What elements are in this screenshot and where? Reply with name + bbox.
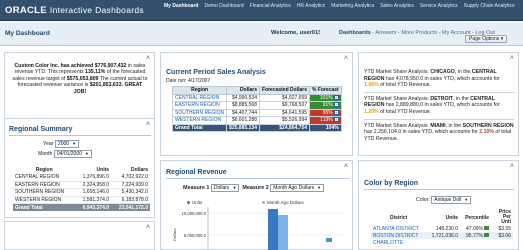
collapse-icon[interactable]: ˄ — [344, 55, 348, 62]
regional-summary-table: Region Units Dollars CENTRAL REGION 1,376… — [13, 166, 150, 211]
chevron-down-icon: ▼ — [317, 185, 322, 190]
color-by-region-title: Color by Region — [364, 180, 419, 187]
legend-month-ago-swatch — [262, 201, 265, 205]
measure1-select[interactable]: Dollars ▼ — [210, 184, 240, 192]
nav-dashboards[interactable]: Dashboards — [339, 30, 371, 36]
regional-summary-panel: ˄ Regional Summary Year 2000 ▼ Month 04/0… — [4, 118, 155, 218]
collapse-icon[interactable]: ˄ — [146, 121, 150, 128]
month-filter: Month 04/01/2000 ▼ — [38, 150, 92, 158]
nav-service-analytics[interactable]: Service Analytics — [420, 3, 458, 10]
region-link[interactable]: SOUTHERN REGION — [171, 108, 228, 117]
legend-units-swatch — [187, 201, 190, 205]
app-name: Interactive Dashboards — [49, 5, 144, 15]
collapse-icon[interactable]: ˄ — [146, 224, 150, 231]
nav-answers[interactable]: Answers — [375, 30, 396, 36]
percentile-swatch — [484, 233, 489, 238]
collapse-icon[interactable]: ˄ — [146, 55, 150, 62]
expand-icon[interactable]: + — [333, 109, 339, 115]
current-sales-title: Current Period Sales Analysis — [166, 69, 266, 76]
color-select[interactable]: Antique Doll ▼ — [431, 196, 472, 204]
oracle-logo: ORACLE Interactive Dashboards — [5, 5, 144, 16]
month-select[interactable]: 04/01/2000 ▼ — [53, 150, 92, 158]
sub-header: My Dashboard Welcome, user01! Dashboards… — [0, 22, 523, 46]
regional-summary-title: Regional Summary — [9, 126, 73, 133]
ytd-analysis-panel: ˄ YTD Market Share Analysis: CHICAGO, in… — [358, 52, 519, 156]
table-row: SOUTHERN REGION $4,407,744 $4,641,595 95… — [171, 108, 342, 117]
current-sales-panel: ˄ Current Period Sales Analysis Date run… — [160, 52, 353, 156]
sales-table: Region Dollars Forecasted Dollars % Fore… — [171, 86, 342, 132]
nav-supply-chain-analytics[interactable]: Supply Chain Analytics — [464, 3, 515, 10]
district-link[interactable]: ATLANTA DISTRICT — [371, 225, 426, 232]
brand-name: ORACLE — [5, 5, 47, 16]
region-link[interactable]: WESTERN REGION — [171, 116, 228, 125]
dashboard-nav: My Dashboard Demo Dashboard Financial Anal… — [164, 3, 522, 10]
blank-panel: ˄ — [4, 221, 155, 250]
year-select[interactable]: 2000 ▼ — [54, 140, 80, 148]
total-row: Grand Total 6,943,374.0 23,541,172.0 — [13, 203, 150, 211]
collapse-icon[interactable]: ˄ — [344, 163, 348, 170]
table-row: CHARLOTTE — [371, 239, 513, 246]
kpi-text: Custom Color Inc. has achieved $776,907,… — [12, 63, 148, 95]
district-link[interactable]: BOSTON DISTRICT — [371, 232, 426, 239]
nav-my-dashboard[interactable]: My Dashboard — [164, 3, 198, 10]
chevron-down-icon: ▼ — [464, 197, 469, 202]
ytd-item: YTD Market Share Analysis: DETROIT, in t… — [364, 95, 500, 115]
chevron-down-icon: ▼ — [232, 185, 237, 190]
year-filter: Year 2000 ▼ — [43, 140, 80, 148]
total-row: Grand Total $25,885,134 $24,864,754 104% — [171, 123, 342, 132]
table-row: WESTERN REGION $6,601,288 $5,526,994 119… — [171, 116, 342, 125]
nav-financial-analytics[interactable]: Financial Analytics — [250, 3, 291, 10]
nav-hr-analytics[interactable]: HR Analytics — [297, 3, 325, 10]
nav-demo-dashboard[interactable]: Demo Dashboard — [204, 3, 243, 10]
page-options-button[interactable]: Page Options ▾ — [465, 35, 508, 43]
expand-icon[interactable]: + — [333, 117, 339, 123]
chevron-down-icon: ▼ — [72, 141, 77, 146]
measure-controls: Measure 1 Dollars ▼ Measure 2 Month Ago D… — [183, 184, 325, 192]
bar[interactable] — [268, 209, 278, 250]
table-row: CENTRAL REGION $4,990,534 $4,927,659 101… — [171, 93, 342, 102]
collapse-icon[interactable]: ˄ — [510, 55, 514, 62]
table-row: ATLANTA DISTRICT 148,230.0 47.09% $3.55 — [371, 225, 513, 232]
page-title: My Dashboard — [5, 30, 50, 37]
color-by-region-panel: ˄ Color by Region Color: Antique Doll ▼ D… — [358, 160, 519, 250]
y-tick-label: 8,000,000.0 — [184, 233, 207, 238]
table-row: BOSTON DISTRICT 1,721,036.0 95.77% $3.06 — [371, 232, 513, 239]
marker — [326, 238, 332, 242]
table-row: EASTERN REGION $8,885,568 $9,768,507 91%… — [171, 101, 342, 110]
ytd-item: YTD Market Share Analysis: CHICAGO, in t… — [364, 69, 500, 89]
table-row: WESTERN REGION 1,581,374.0 6,183,878.0 — [13, 196, 150, 204]
chevron-down-icon: ▼ — [84, 151, 89, 156]
expand-icon[interactable]: + — [333, 102, 339, 108]
y-tick-label: 10,000,000.0 — [182, 211, 207, 216]
top-header: ORACLE Interactive Dashboards My Dashboar… — [0, 0, 523, 21]
collapse-icon[interactable]: ˄ — [510, 163, 514, 170]
nav-marketing-analytics[interactable]: Marketing Analytics — [331, 3, 374, 10]
ytd-analysis-text: YTD Market Share Analysis: CHICAGO, in t… — [364, 69, 514, 142]
color-filter: Color: Antique Doll ▼ — [416, 196, 472, 204]
percentile-swatch — [484, 226, 489, 231]
bar[interactable] — [278, 215, 288, 250]
district-link[interactable]: CHARLOTTE — [371, 239, 426, 246]
measure2-select[interactable]: Month Ago Dollars ▼ — [270, 184, 325, 192]
table-row: EASTERN REGION 2,324,958.0 7,224,939.0 — [13, 181, 150, 189]
region-link[interactable]: CENTRAL REGION — [171, 93, 228, 102]
regional-revenue-panel: ˄ Regional Revenue Measure 1 Dollars ▼ Me… — [160, 160, 353, 250]
ytd-item: YTD Market Share Analysis: MIAMI, in the… — [364, 122, 514, 142]
nav-sales-analytics[interactable]: Sales Analytics — [380, 3, 414, 10]
expand-icon[interactable]: + — [333, 94, 339, 100]
date-run: Date run: 4/17/2007 — [166, 78, 211, 84]
nav-more-products[interactable]: More Products — [401, 30, 437, 36]
table-row: CENTRAL REGION 1,376,896.0 4,702,922.0 — [13, 173, 150, 182]
welcome-text: Welcome, user01! — [271, 30, 321, 36]
y-axis-label: Dollars — [172, 229, 177, 241]
region-link[interactable]: EASTERN REGION — [171, 101, 228, 110]
chevron-down-icon: ▾ — [500, 36, 504, 42]
table-row: SOUTHERN REGION 1,658,146.0 5,430,342.0 — [13, 188, 150, 197]
color-region-table: District Units Percentile Price Per Unit… — [371, 209, 513, 246]
revenue-chart: 10,000,000.0 8,000,000.0 Dollars — [172, 207, 344, 250]
regional-revenue-title: Regional Revenue — [166, 169, 227, 176]
